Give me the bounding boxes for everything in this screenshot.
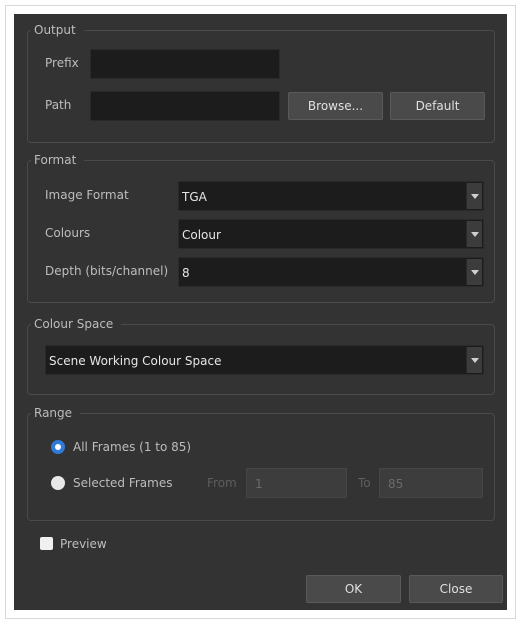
colour-space-group-title: Colour Space bbox=[31, 317, 122, 331]
to-label: To bbox=[358, 476, 371, 490]
colour-space-value: Scene Working Colour Space bbox=[49, 354, 222, 368]
colour-space-group: Colour Space Scene Working Colour Space bbox=[27, 317, 495, 395]
path-field[interactable] bbox=[90, 91, 280, 121]
chevron-down-icon[interactable] bbox=[466, 347, 482, 373]
colours-value: Colour bbox=[182, 228, 221, 242]
from-field[interactable]: 1 bbox=[246, 468, 347, 498]
selected-frames-radio[interactable] bbox=[51, 476, 65, 490]
all-frames-radio[interactable] bbox=[51, 440, 65, 454]
image-format-value: TGA bbox=[182, 190, 207, 204]
browse-button[interactable]: Browse... bbox=[288, 92, 383, 120]
depth-label: Depth (bits/channel) bbox=[45, 264, 169, 278]
ok-button[interactable]: OK bbox=[306, 575, 401, 603]
output-group: Output Prefix Path Browse... Default bbox=[27, 23, 495, 143]
range-group: Range All Frames (1 to 85) Selected Fram… bbox=[27, 406, 495, 521]
colour-space-select[interactable]: Scene Working Colour Space bbox=[45, 345, 484, 375]
preview-label[interactable]: Preview bbox=[60, 537, 107, 551]
render-settings-dialog: Output Prefix Path Browse... Default For… bbox=[14, 14, 507, 610]
format-group: Format Image Format TGA Colours Colour D… bbox=[27, 153, 495, 303]
from-value: 1 bbox=[255, 477, 263, 491]
depth-value: 8 bbox=[182, 266, 190, 280]
image-format-select[interactable]: TGA bbox=[178, 181, 484, 211]
chevron-down-icon[interactable] bbox=[466, 183, 482, 209]
chevron-down-icon[interactable] bbox=[466, 259, 482, 285]
colours-label: Colours bbox=[45, 226, 91, 240]
default-button[interactable]: Default bbox=[390, 92, 485, 120]
prefix-field[interactable] bbox=[90, 49, 280, 79]
close-button[interactable]: Close bbox=[409, 575, 503, 603]
to-value: 85 bbox=[388, 477, 404, 491]
selected-frames-label[interactable]: Selected Frames bbox=[73, 476, 172, 490]
prefix-label: Prefix bbox=[45, 56, 79, 70]
all-frames-label[interactable]: All Frames (1 to 85) bbox=[73, 440, 191, 454]
from-label: From bbox=[207, 476, 237, 490]
colours-select[interactable]: Colour bbox=[178, 219, 484, 249]
format-group-title: Format bbox=[31, 153, 85, 167]
path-label: Path bbox=[45, 98, 72, 112]
range-group-title: Range bbox=[31, 406, 81, 420]
chevron-down-icon[interactable] bbox=[466, 221, 482, 247]
depth-select[interactable]: 8 bbox=[178, 257, 484, 287]
image-format-label: Image Format bbox=[45, 188, 129, 202]
preview-checkbox[interactable] bbox=[40, 537, 53, 550]
output-group-title: Output bbox=[31, 23, 84, 37]
to-field[interactable]: 85 bbox=[379, 468, 483, 498]
